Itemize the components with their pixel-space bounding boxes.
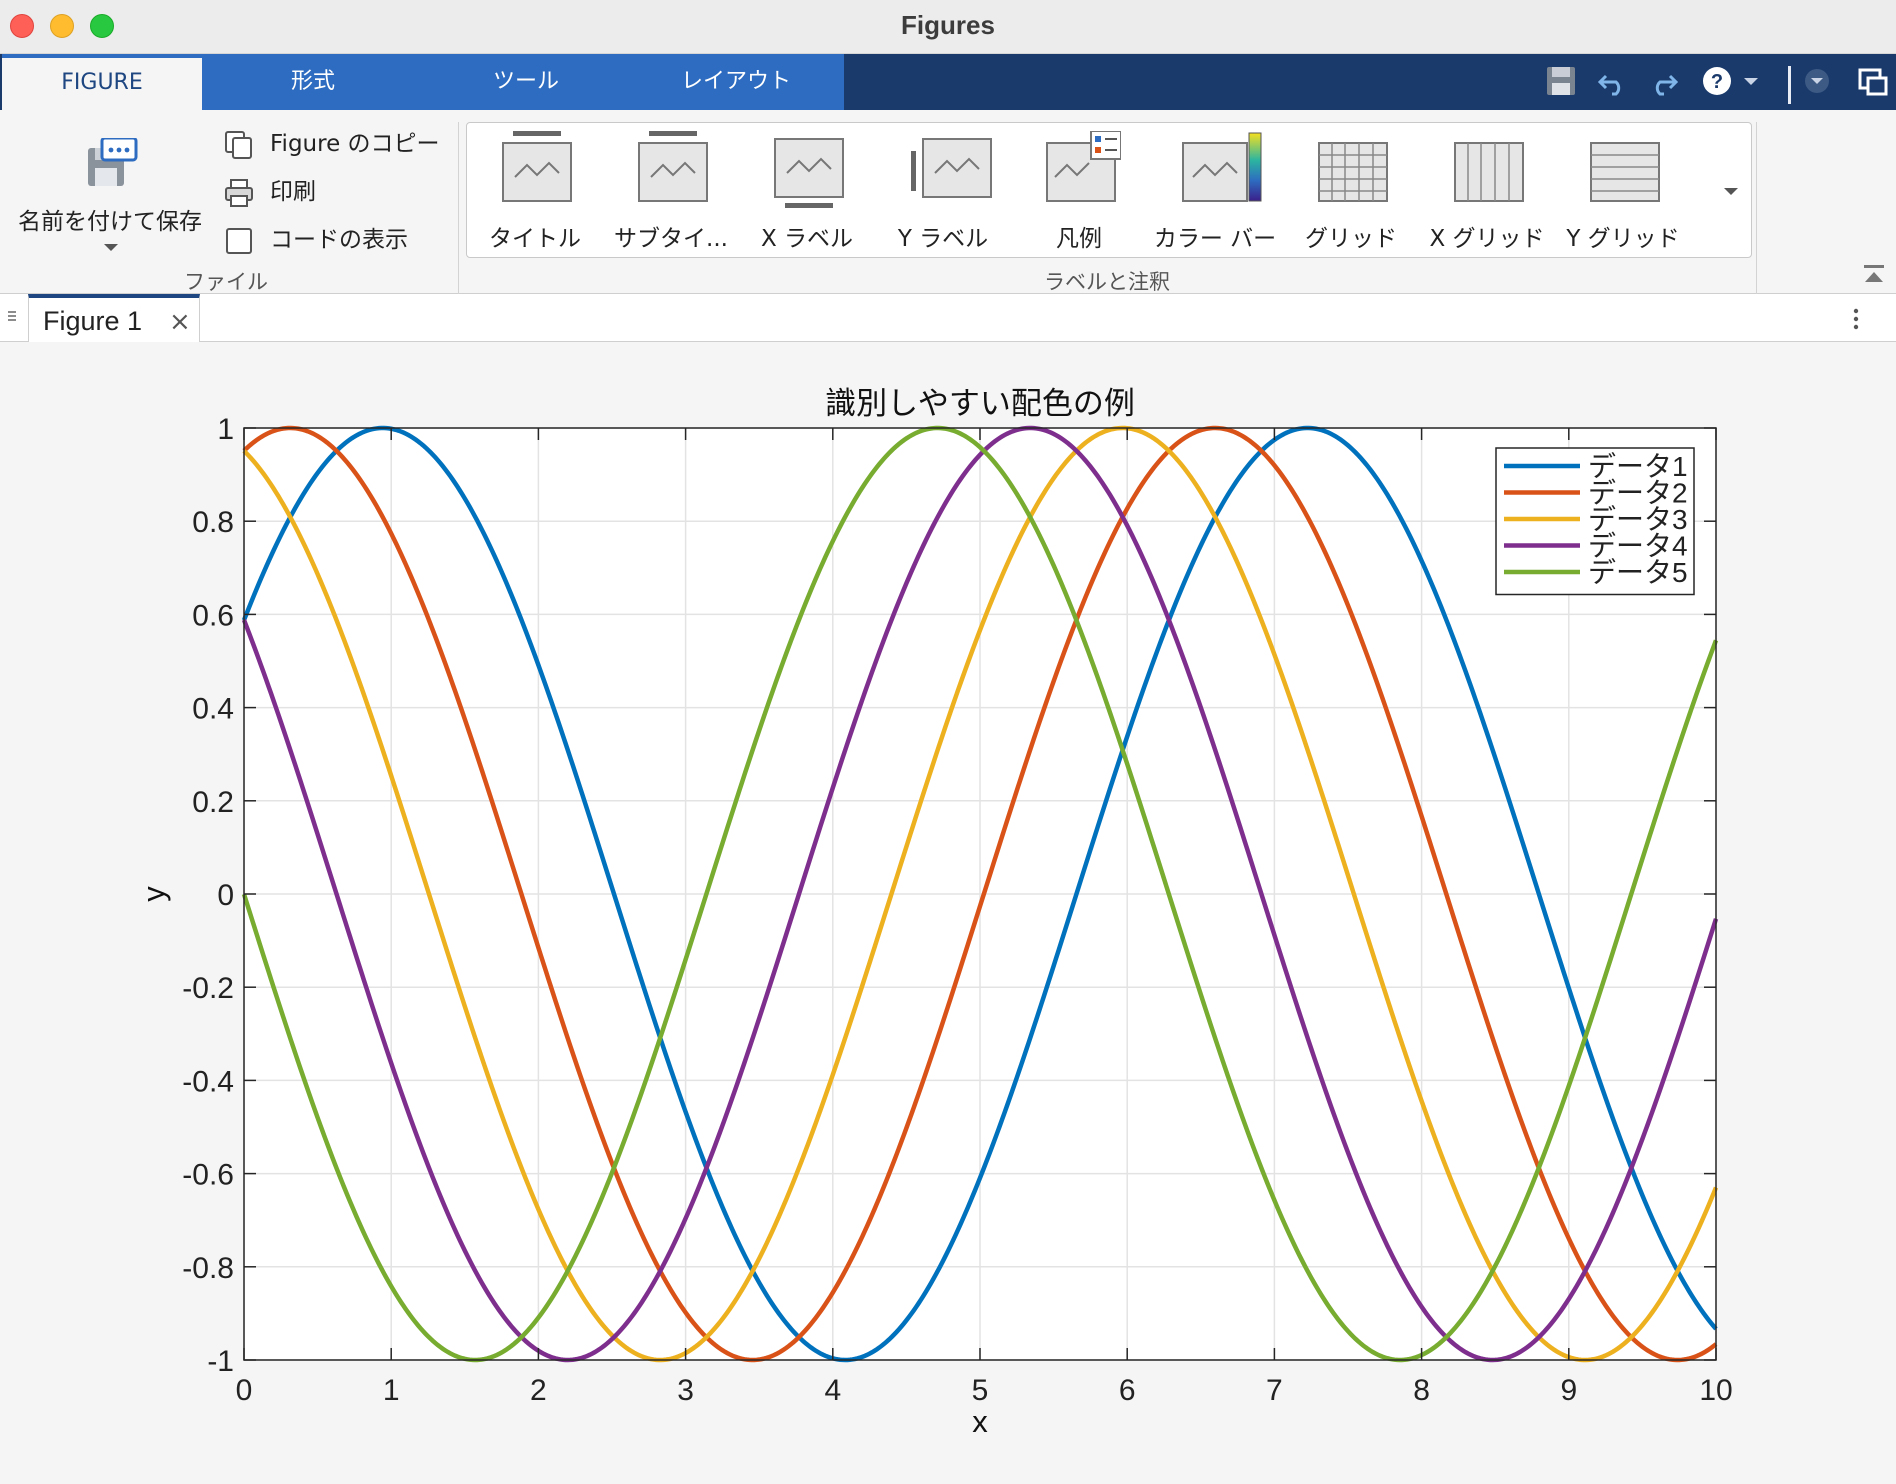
x-tick-label: 8: [1413, 1374, 1430, 1407]
save-as-label: 名前を付けて保存: [18, 209, 202, 235]
figure-canvas: 0 1 2 3 4 5 6 7 8 9 10 -1 -0.8 -0.6 -0.4 -0.2 0 0.2 0.4 0.6…: [0, 342, 1896, 1484]
y-tick-label: 0.6: [192, 599, 234, 632]
x-tick-label: 5: [972, 1374, 989, 1407]
title-button[interactable]: タイトル: [467, 123, 603, 259]
save-icon[interactable]: [1544, 64, 1578, 98]
y-tick-label: 0: [217, 879, 234, 912]
subtitle-button-label: サブタイ...: [614, 226, 728, 252]
chevron-down-icon: [104, 244, 118, 251]
print-icon: [225, 179, 253, 207]
dropdown-arrow-icon[interactable]: [1740, 64, 1762, 98]
group-separator: [1756, 122, 1757, 294]
gallery-expand-icon[interactable]: [1720, 184, 1742, 200]
help-icon[interactable]: ?: [1700, 64, 1734, 98]
drag-handle-icon[interactable]: [6, 308, 18, 328]
y-axis-label: y: [136, 886, 171, 902]
y-tick-label: 0.8: [192, 506, 234, 539]
chart-title: 識別しやすい配色の例: [825, 386, 1135, 421]
y-tick-label: -1: [207, 1345, 234, 1378]
tab-figure-1[interactable]: Figure 1 ×: [28, 294, 200, 342]
undock-icon[interactable]: [1856, 64, 1890, 98]
copy-figure-label: Figure のコピー: [270, 131, 440, 157]
x-axis-label: x: [972, 1404, 988, 1439]
xgrid-icon: [1454, 142, 1524, 202]
title-bar: Figures: [0, 0, 1896, 54]
redo-icon[interactable]: [1646, 64, 1680, 98]
colorbar-button[interactable]: カラー バー: [1147, 123, 1283, 259]
x-tick-label: 4: [824, 1374, 841, 1407]
y-tick-label: -0.2: [182, 972, 234, 1005]
menu-options-icon[interactable]: [1800, 64, 1834, 98]
legend-button-label: 凡例: [1056, 226, 1102, 252]
document-tab-bar: Figure 1 ×: [0, 294, 1896, 342]
title-icon: [502, 131, 572, 202]
svg-text:?: ?: [1711, 71, 1723, 93]
x-tick-label: 3: [677, 1374, 694, 1407]
group-separator: [458, 122, 459, 294]
y-tick-label: 0.2: [192, 786, 234, 819]
title-button-label: タイトル: [489, 226, 581, 252]
checkbox-icon: [226, 228, 252, 254]
x-tick-label: 7: [1266, 1374, 1283, 1407]
y-tick-label: 0.4: [192, 693, 234, 726]
xlabel-button-label: X ラベル: [760, 226, 854, 252]
file-group-label: ファイル: [184, 270, 268, 294]
figure-tab-label: Figure 1: [43, 306, 143, 336]
x-tick-label: 9: [1560, 1374, 1577, 1407]
y-tick-label: -0.6: [182, 1159, 234, 1192]
labels-group-label: ラベルと注釈: [1044, 270, 1170, 294]
xgrid-button[interactable]: X グリッド: [1419, 123, 1555, 259]
ygrid-icon: [1590, 142, 1660, 202]
copy-icon: [225, 131, 252, 159]
figures-window: Figures FIGURE 形式 ツール レイアウト ? 名前を付けて保存 F…: [0, 0, 1896, 1484]
ygrid-button[interactable]: Y グリッド: [1555, 123, 1691, 259]
show-code-label: コードの表示: [270, 227, 408, 253]
labels-gallery: タイトル サブタイ... X ラベル Y ラベル 凡例 カラー バー グリッド …: [466, 122, 1752, 258]
undo-icon[interactable]: [1596, 64, 1630, 98]
window-title: Figures: [901, 10, 995, 40]
colorbar-icon: [1182, 132, 1262, 202]
ygrid-button-label: Y グリッド: [1566, 226, 1680, 252]
y-tick-label: 1: [217, 413, 234, 446]
y-tick-label: -0.4: [182, 1065, 234, 1098]
grid-button-label: グリッド: [1305, 226, 1397, 252]
ylabel-icon: [911, 138, 992, 198]
y-tick-label: -0.8: [182, 1252, 234, 1285]
print-label: 印刷: [270, 179, 316, 205]
ylabel-button-label: Y ラベル: [897, 226, 989, 252]
subtitle-button[interactable]: サブタイ...: [603, 123, 739, 259]
x-tick-label: 6: [1119, 1374, 1136, 1407]
x-tick-label: 10: [1699, 1374, 1732, 1407]
colorbar-button-label: カラー バー: [1153, 226, 1277, 252]
collapse-ribbon-icon[interactable]: [1862, 262, 1886, 286]
legend-icon: [1046, 131, 1121, 202]
grid-icon: [1318, 142, 1388, 202]
ylabel-button[interactable]: Y ラベル: [875, 123, 1011, 259]
close-tab-icon[interactable]: ×: [169, 307, 191, 337]
xgrid-button-label: X グリッド: [1429, 226, 1545, 252]
x-tick-label: 2: [530, 1374, 547, 1407]
more-options-icon[interactable]: [1850, 306, 1862, 332]
tab-tools[interactable]: ツール: [424, 54, 628, 110]
line-chart[interactable]: 0 1 2 3 4 5 6 7 8 9 10 -1 -0.8 -0.6 -0.4 -0.2 0 0.2 0.4 0.6…: [0, 342, 1896, 1484]
x-tick-label: 0: [236, 1374, 253, 1407]
tab-layout[interactable]: レイアウト: [628, 54, 844, 110]
legend[interactable]: データ1データ2データ3データ4データ5: [1495, 447, 1695, 596]
x-tick-label: 1: [383, 1374, 400, 1407]
toolbar-divider: [1788, 66, 1791, 104]
tab-figure[interactable]: FIGURE: [2, 54, 202, 110]
tab-format[interactable]: 形式: [202, 54, 424, 110]
xlabel-icon: [774, 138, 844, 208]
ribbon-panel: 名前を付けて保存 Figure のコピー 印刷 コードの表示 ファイル タイトル…: [0, 110, 1896, 294]
grid-button[interactable]: グリッド: [1283, 123, 1419, 259]
legend-label: データ5: [1588, 557, 1688, 588]
xlabel-button[interactable]: X ラベル: [739, 123, 875, 259]
subtitle-icon: [638, 131, 708, 202]
save-as-icon: [88, 138, 138, 186]
save-as-button[interactable]: 名前を付けて保存: [6, 124, 214, 254]
legend-button[interactable]: 凡例: [1011, 123, 1147, 259]
